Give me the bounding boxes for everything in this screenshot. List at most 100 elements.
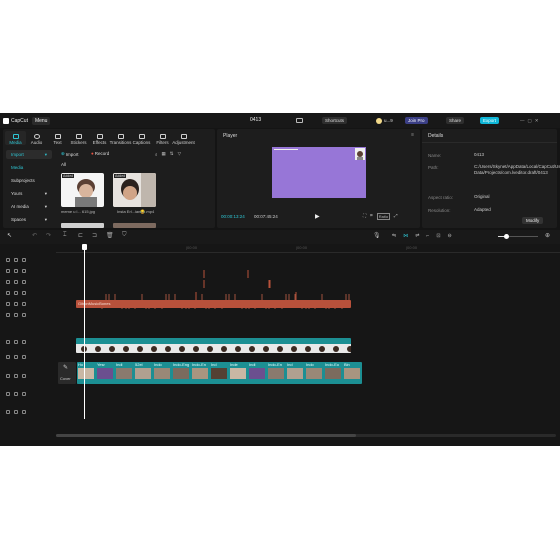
sidebar-item-ai-media[interactable]: AI media ▾: [6, 202, 52, 211]
eye-icon[interactable]: [22, 258, 26, 262]
fullscreen-toggle-icon[interactable]: ⛶: [363, 213, 366, 220]
video-clip[interactable]: Indo-En: [191, 362, 209, 384]
filter-all[interactable]: All: [61, 162, 66, 167]
sidebar-item-yours[interactable]: Yours ▾: [6, 189, 52, 198]
lock-icon[interactable]: [14, 302, 18, 306]
track-type-icon[interactable]: [6, 291, 10, 295]
tab-effects[interactable]: Effects: [89, 131, 110, 145]
preview-canvas[interactable]: [272, 147, 366, 198]
eye-icon[interactable]: [22, 374, 26, 378]
minimize-icon[interactable]: —: [520, 118, 528, 123]
play-icon[interactable]: ▶: [315, 213, 320, 220]
eye-icon[interactable]: [22, 269, 26, 273]
main-video-track[interactable]: Ho Yesr Indi 52el Indo Indo-Eng Indo-En Ind Inde…: [77, 362, 362, 384]
tab-transitions[interactable]: Transitions: [110, 131, 131, 145]
expand-icon[interactable]: ⤢: [394, 213, 398, 220]
lock-icon[interactable]: [14, 269, 18, 273]
zoom-in-icon[interactable]: ⊕: [545, 232, 550, 239]
fit-icon[interactable]: ⊡: [436, 233, 440, 239]
eye-icon[interactable]: [22, 392, 26, 396]
video-clip[interactable]: Indi: [115, 362, 133, 384]
lock-icon[interactable]: [14, 355, 18, 359]
lock-icon[interactable]: [14, 374, 18, 378]
lock-icon[interactable]: [14, 280, 18, 284]
tab-text[interactable]: Text: [47, 131, 68, 145]
tab-adjustment[interactable]: Adjustment: [172, 131, 195, 145]
track-type-icon[interactable]: [6, 340, 10, 344]
shield-icon[interactable]: ⛉: [122, 232, 127, 239]
sidebar-item-spaces[interactable]: Spaces ▾: [6, 215, 52, 224]
lock-icon[interactable]: [14, 313, 18, 317]
tab-audio[interactable]: Audio: [26, 131, 47, 145]
video-clip[interactable]: Indi: [248, 362, 266, 384]
sidebar-item-subprojects[interactable]: Subprojects: [6, 176, 52, 185]
export-button[interactable]: Export: [480, 116, 500, 125]
split-icon[interactable]: ⌶: [63, 232, 67, 239]
playhead-handle[interactable]: [82, 244, 87, 250]
tab-media[interactable]: Media: [5, 131, 26, 145]
timeline-ruler[interactable]: |00:00 |00:00 |00:00: [56, 244, 560, 253]
tab-stickers[interactable]: Stickers: [68, 131, 89, 145]
link-icon[interactable]: ⇋: [392, 233, 396, 239]
sidebar-item-media[interactable]: Media: [6, 163, 52, 172]
ratio-button[interactable]: Ratio: [376, 213, 391, 220]
magnet-icon[interactable]: ⋈: [403, 233, 408, 239]
video-clip[interactable]: Indo-Eng: [172, 362, 190, 384]
preview-axis-icon[interactable]: ⇌: [415, 233, 419, 239]
record-button[interactable]: ● Record: [91, 151, 109, 156]
video-clip[interactable]: Yesr: [96, 362, 114, 384]
video-clip[interactable]: Ho: [77, 362, 95, 384]
audio-clip[interactable]: GibonMusicBones: [76, 300, 351, 308]
playhead[interactable]: [82, 244, 87, 419]
lock-icon[interactable]: [14, 410, 18, 414]
eye-icon[interactable]: [22, 313, 26, 317]
menu-icon[interactable]: ≡: [411, 132, 414, 138]
lock-icon[interactable]: [14, 392, 18, 396]
undo-icon[interactable]: ↶: [32, 232, 37, 239]
share-button[interactable]: Share: [446, 116, 465, 125]
track-type-icon[interactable]: [6, 313, 10, 317]
track-type-icon[interactable]: [6, 269, 10, 273]
track-type-icon[interactable]: [6, 355, 10, 359]
track-type-icon[interactable]: [6, 410, 10, 414]
marker-icon[interactable]: ⌐: [426, 233, 429, 239]
video-clip[interactable]: Indo-Eo: [324, 362, 342, 384]
eye-icon[interactable]: [22, 410, 26, 414]
select-tool-icon[interactable]: ↖: [7, 232, 12, 239]
zoom-handle[interactable]: [504, 234, 509, 239]
tab-filters[interactable]: Filters: [152, 131, 173, 145]
modify-button[interactable]: Modify: [522, 217, 544, 224]
video-clip[interactable]: Ind: [210, 362, 228, 384]
microphone-icon[interactable]: 🎙: [373, 232, 381, 239]
video-clip[interactable]: Indo: [153, 362, 171, 384]
eye-icon[interactable]: [22, 355, 26, 359]
shortcuts-button[interactable]: Shortcuts: [322, 116, 348, 125]
search-icon[interactable]: ⌕: [155, 152, 158, 157]
filter-icon[interactable]: ▽: [178, 151, 181, 157]
delete-icon[interactable]: 🗑: [106, 232, 114, 239]
image-overlay-clip[interactable]: meme u laser with 615.jpg 00:07:26:28: [76, 338, 351, 353]
redo-icon[interactable]: ↷: [46, 232, 51, 239]
track-type-icon[interactable]: [6, 374, 10, 378]
layout-icon[interactable]: [296, 116, 303, 125]
split-right-icon[interactable]: ⊐: [92, 232, 97, 239]
cover-button[interactable]: ✎ Cover: [58, 362, 76, 384]
eye-icon[interactable]: [22, 291, 26, 295]
eye-icon[interactable]: [22, 302, 26, 306]
track-type-icon[interactable]: [6, 392, 10, 396]
scrollbar-thumb[interactable]: [56, 434, 356, 437]
track-type-icon[interactable]: [6, 280, 10, 284]
grid-view-icon[interactable]: ▦: [162, 151, 166, 157]
tab-captions[interactable]: Captions: [131, 131, 152, 145]
eye-icon[interactable]: [22, 280, 26, 284]
timeline-scrollbar[interactable]: [56, 434, 556, 437]
lock-icon[interactable]: [14, 340, 18, 344]
video-clip[interactable]: Indo: [305, 362, 323, 384]
video-clip[interactable]: Inde: [229, 362, 247, 384]
sort-icon[interactable]: ⇅: [170, 151, 174, 157]
lock-icon[interactable]: [14, 291, 18, 295]
join-pro-button[interactable]: Join Pro: [405, 116, 428, 125]
menu-button[interactable]: Menu: [31, 116, 51, 125]
video-clip[interactable]: Ind: [286, 362, 304, 384]
crop-icon[interactable]: ⌗: [370, 213, 373, 220]
